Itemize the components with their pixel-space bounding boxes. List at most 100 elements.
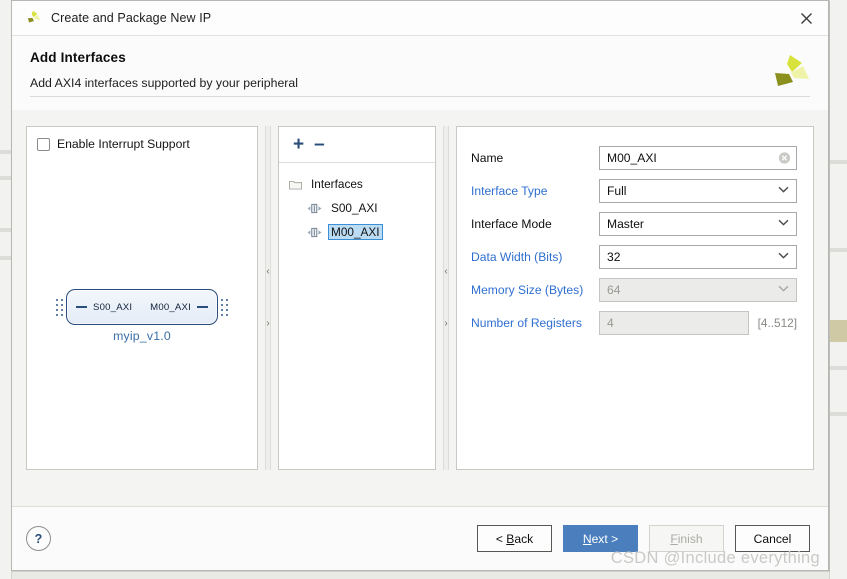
page-title: Add Interfaces (30, 50, 126, 65)
ip-slave-port-label: S00_AXI (93, 301, 133, 313)
tree-node-s00-axi[interactable]: S00_AXI (279, 196, 435, 220)
minus-icon[interactable]: – (314, 135, 325, 154)
splitter-right[interactable]: ‹ › (436, 126, 456, 470)
dialog-header: Add Interfaces Add AXI4 interfaces suppo… (12, 36, 828, 110)
name-input[interactable]: M00_AXI (599, 145, 797, 170)
host-app-background-right (829, 0, 847, 579)
interfaces-toolbar: + – (279, 127, 435, 163)
ip-block[interactable]: S00_AXI M00_AXI (66, 289, 218, 325)
field-row-name: Name M00_AXI (471, 141, 797, 174)
ip-block-row: S00_AXI M00_AXI (53, 289, 231, 325)
splitter-track (443, 126, 449, 470)
name-field-wrap: M00_AXI (599, 145, 797, 170)
chevron-left-icon[interactable]: ‹ (436, 252, 456, 292)
bus-interface-icon (307, 203, 322, 214)
folder-icon (289, 179, 302, 190)
memory-size-field-wrap: 64 (599, 277, 797, 302)
ip-block-diagram: S00_AXI M00_AXI myip_v1.0 (27, 289, 257, 343)
left-pin-dots-icon (53, 298, 66, 316)
interface-properties-form: Name M00_AXI Interface Type Full Interfa… (457, 127, 813, 339)
chevron-down-icon (778, 186, 789, 195)
interface-type-select[interactable]: Full (599, 178, 797, 203)
background-streak (0, 176, 11, 180)
dialog-titlebar: Create and Package New IP (12, 1, 828, 36)
memory-size-value: 64 (607, 282, 621, 297)
background-streak (0, 150, 11, 154)
background-streak (830, 366, 847, 370)
background-streak (0, 256, 11, 260)
background-streak (830, 412, 847, 416)
splitter-left[interactable]: ‹ › (258, 126, 278, 470)
port-stub-icon (197, 306, 208, 308)
background-streak (830, 248, 847, 252)
enable-interrupt-support-checkbox[interactable] (37, 137, 50, 151)
dialog-button-group: < Back Next > Finish Cancel (477, 525, 810, 552)
field-row-interface-mode: Interface Mode Master (471, 207, 797, 240)
tree-node-label: M00_AXI (328, 224, 383, 240)
data-width-select[interactable]: 32 (599, 244, 797, 269)
dialog-title: Create and Package New IP (51, 11, 212, 25)
background-streak (0, 228, 11, 232)
interface-type-label: Interface Type (471, 183, 548, 198)
number-of-registers-label: Number of Registers (471, 315, 582, 330)
interface-mode-value: Master (607, 216, 644, 231)
tree-node-label: Interfaces (311, 177, 363, 191)
help-question-icon[interactable]: ? (26, 526, 51, 551)
field-row-memory-size: Memory Size (Bytes) 64 (471, 273, 797, 306)
field-row-interface-type: Interface Type Full (471, 174, 797, 207)
memory-size-label: Memory Size (Bytes) (471, 282, 584, 297)
interface-mode-select[interactable]: Master (599, 211, 797, 236)
port-stub-icon (76, 306, 87, 308)
chevron-left-icon[interactable]: ‹ (258, 252, 278, 292)
plus-icon[interactable]: + (293, 135, 304, 154)
splitter-track (265, 126, 271, 470)
data-width-value: 32 (607, 249, 621, 264)
xilinx-logo-icon (24, 9, 42, 27)
interface-properties-panel: Name M00_AXI Interface Type Full Interfa… (456, 126, 814, 470)
background-streak (830, 160, 847, 164)
chevron-down-icon (778, 219, 789, 228)
ip-slave-port: S00_AXI (76, 302, 132, 313)
tree-node-interfaces-root[interactable]: Interfaces (279, 172, 435, 196)
right-pin-dots-icon (218, 298, 231, 316)
bus-interface-icon (307, 227, 322, 238)
background-streak (830, 320, 847, 342)
chevron-right-icon[interactable]: › (436, 304, 456, 344)
memory-size-select: 64 (599, 277, 797, 302)
field-row-data-width: Data Width (Bits) 32 (471, 240, 797, 273)
create-and-package-new-ip-dialog: Create and Package New IP Add Interfaces… (11, 0, 829, 571)
close-icon[interactable] (790, 5, 822, 31)
interface-mode-label: Interface Mode (471, 216, 552, 231)
interrupt-and-diagram-panel: Enable Interrupt Support S00_AXI M00_AXI… (26, 126, 258, 470)
number-of-registers-field-wrap: 4 (599, 310, 749, 335)
clear-circle-x-icon[interactable] (778, 151, 791, 164)
xilinx-logo-icon (768, 52, 812, 96)
header-separator (30, 96, 810, 97)
cancel-button[interactable]: Cancel (735, 525, 810, 552)
dialog-footer: ? < Back Next > Finish Cancel CSDN @Incl… (12, 506, 828, 570)
interface-mode-field-wrap: Master (599, 211, 797, 236)
next-button[interactable]: Next > (563, 525, 638, 552)
number-of-registers-range-hint: [4..512] (757, 315, 797, 330)
chevron-down-icon (778, 285, 789, 294)
enable-interrupt-support-label: Enable Interrupt Support (57, 137, 190, 151)
dialog-body: Enable Interrupt Support S00_AXI M00_AXI… (12, 110, 828, 506)
number-of-registers-input: 4 (599, 310, 749, 335)
page-subtitle: Add AXI4 interfaces supported by your pe… (30, 76, 298, 90)
ip-master-port: M00_AXI (150, 302, 208, 313)
field-row-number-of-registers: Number of Registers 4 [4..512] (471, 306, 797, 339)
enable-interrupt-support-row[interactable]: Enable Interrupt Support (27, 127, 257, 151)
interfaces-tree: Interfaces S00_AXI M00_AXI (279, 163, 435, 244)
chevron-down-icon (778, 252, 789, 261)
name-label: Name (471, 150, 504, 165)
chevron-right-icon[interactable]: › (258, 304, 278, 344)
interface-type-value: Full (607, 183, 627, 198)
data-width-field-wrap: 32 (599, 244, 797, 269)
interface-type-field-wrap: Full (599, 178, 797, 203)
back-button[interactable]: < Back (477, 525, 552, 552)
tree-node-m00-axi[interactable]: M00_AXI (279, 220, 435, 244)
tree-node-label: S00_AXI (331, 201, 378, 215)
interfaces-tree-panel: + – Interfaces S00_AXI M00_AXI (278, 126, 436, 470)
ip-master-port-label: M00_AXI (150, 301, 191, 313)
ip-block-caption: myip_v1.0 (113, 329, 171, 343)
